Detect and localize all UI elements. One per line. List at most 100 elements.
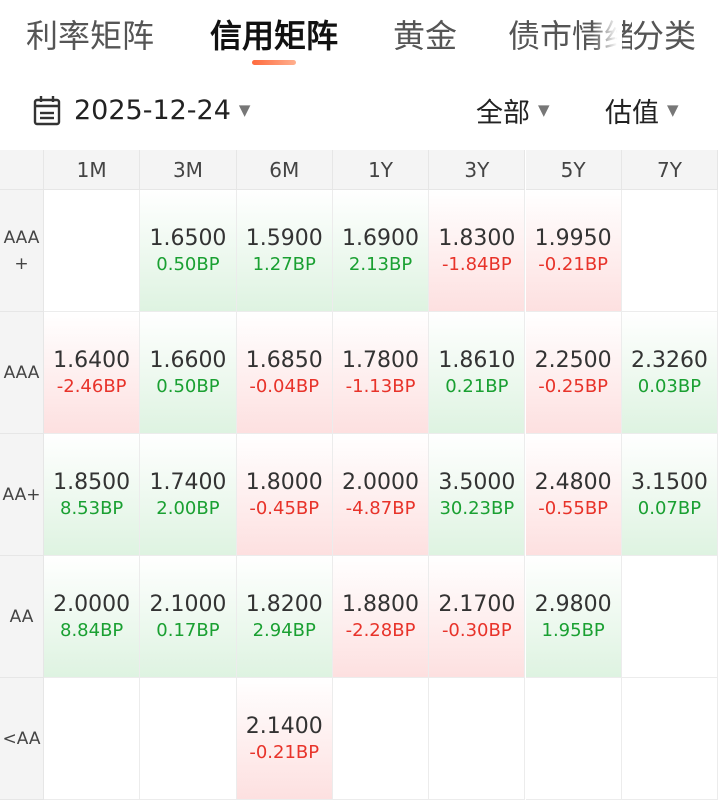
- bp-change: -0.21BP: [249, 741, 320, 763]
- row-header: AAA: [0, 312, 44, 434]
- bp-change: 0.07BP: [637, 497, 702, 519]
- yield-value: 2.2500: [534, 347, 612, 373]
- tab-gold[interactable]: 黄金: [393, 14, 457, 58]
- bp-change: -0.21BP: [538, 253, 609, 275]
- matrix-cell[interactable]: 1.8800 -2.28BP: [332, 556, 430, 678]
- matrix-cell[interactable]: 1.8200 2.94BP: [236, 556, 333, 678]
- yield-value: 2.0000: [53, 591, 131, 617]
- tab-credit-matrix[interactable]: 信用矩阵: [210, 14, 338, 58]
- bp-change: 2.00BP: [156, 497, 220, 519]
- matrix-cell[interactable]: 2.3260 0.03BP: [621, 312, 719, 434]
- matrix-cell[interactable]: 1.7800 -1.13BP: [332, 312, 430, 434]
- matrix-cell[interactable]: 2.4800 -0.55BP: [525, 434, 622, 556]
- tab-rate-matrix[interactable]: 利率矩阵: [26, 14, 154, 58]
- matrix-cell[interactable]: 2.0000 -4.87BP: [332, 434, 430, 556]
- chevron-down-icon: ▼: [538, 101, 550, 119]
- bp-change: -0.25BP: [538, 375, 609, 397]
- column-header-6m: 6M: [236, 150, 333, 190]
- rating-filter-label: 全部: [476, 97, 530, 129]
- yield-value: 1.9950: [534, 225, 612, 251]
- matrix-cell[interactable]: 1.6900 2.13BP: [332, 190, 430, 312]
- row-header-label: AA+: [2, 484, 41, 505]
- calendar-icon: [33, 96, 61, 126]
- yield-value: 1.7800: [342, 347, 420, 373]
- yield-value: 1.7400: [149, 469, 227, 495]
- matrix-cell[interactable]: 2.0000 8.84BP: [44, 556, 141, 678]
- matrix-cell[interactable]: 2.1400 -0.21BP: [236, 678, 333, 800]
- row-header-label: AAA +: [3, 227, 40, 274]
- yield-value: 1.8200: [245, 591, 323, 617]
- matrix-cell[interactable]: 2.2500 -0.25BP: [525, 312, 622, 434]
- matrix-cell[interactable]: 3.1500 0.07BP: [621, 434, 719, 556]
- row-header-label: AAA: [3, 362, 40, 383]
- column-header-3y: 3Y: [429, 150, 526, 190]
- matrix-cell[interactable]: 1.9950 -0.21BP: [525, 190, 622, 312]
- tab-category[interactable]: 分类: [632, 14, 697, 58]
- yield-value: 1.6500: [149, 225, 227, 251]
- matrix-cell: [429, 678, 526, 800]
- bp-change: -0.55BP: [538, 497, 609, 519]
- matrix-cell[interactable]: 2.1700 -0.30BP: [429, 556, 526, 678]
- matrix-cell[interactable]: 1.7400 2.00BP: [140, 434, 237, 556]
- matrix-cell[interactable]: 1.8300 -1.84BP: [429, 190, 526, 312]
- bp-change: 0.50BP: [156, 375, 220, 397]
- matrix-cell: [621, 556, 719, 678]
- bp-change: 0.03BP: [637, 375, 702, 397]
- bp-change: 1.95BP: [541, 619, 605, 641]
- yield-value: 1.6600: [149, 347, 227, 373]
- yield-value: 2.1700: [438, 591, 516, 617]
- metric-dropdown[interactable]: 估值 ▼: [605, 84, 679, 136]
- bp-change: -0.30BP: [441, 619, 512, 641]
- matrix-cell[interactable]: 2.9800 1.95BP: [525, 556, 622, 678]
- tab-fade: [592, 14, 622, 58]
- date-picker[interactable]: 2025-12-24 ▼: [32, 84, 250, 136]
- matrix-cell[interactable]: 3.5000 30.23BP: [429, 434, 526, 556]
- chevron-down-icon: ▼: [667, 101, 679, 119]
- metric-label: 估值: [605, 97, 659, 129]
- bp-change: 0.17BP: [156, 619, 220, 641]
- yield-value: 3.5000: [438, 469, 516, 495]
- bp-change: 1.27BP: [252, 253, 316, 275]
- bp-change: 0.50BP: [156, 253, 220, 275]
- matrix-cell: [621, 190, 719, 312]
- toolbar: 2025-12-24 ▼ 全部 ▼ 估值 ▼: [0, 84, 720, 136]
- matrix-cell: [44, 190, 141, 312]
- matrix-cell[interactable]: 1.5900 1.27BP: [236, 190, 333, 312]
- matrix-cell[interactable]: 1.8500 8.53BP: [44, 434, 141, 556]
- yield-value: 1.6400: [53, 347, 131, 373]
- bp-change: 2.94BP: [252, 619, 316, 641]
- yield-value: 1.8300: [438, 225, 516, 251]
- rating-filter-dropdown[interactable]: 全部 ▼: [476, 84, 550, 136]
- yield-value: 1.6900: [342, 225, 420, 251]
- matrix-cell: [140, 678, 237, 800]
- yield-value: 2.0000: [342, 469, 420, 495]
- matrix-cell[interactable]: 1.8610 0.21BP: [429, 312, 526, 434]
- yield-value: 2.1000: [149, 591, 227, 617]
- bp-change: 30.23BP: [439, 497, 515, 519]
- bp-change: -0.45BP: [249, 497, 320, 519]
- bp-change: 8.84BP: [60, 619, 124, 641]
- yield-value: 1.8000: [245, 469, 323, 495]
- matrix-cell[interactable]: 1.6500 0.50BP: [140, 190, 237, 312]
- matrix-cell[interactable]: 1.8000 -0.45BP: [236, 434, 333, 556]
- date-value: 2025-12-24: [74, 94, 231, 126]
- matrix-cell[interactable]: 1.6600 0.50BP: [140, 312, 237, 434]
- chevron-down-icon: ▼: [238, 101, 251, 119]
- row-header-label: <AA: [2, 728, 41, 749]
- row-header: <AA: [0, 678, 44, 800]
- bp-change: -2.46BP: [56, 375, 127, 397]
- yield-value: 1.8610: [438, 347, 516, 373]
- matrix-cell[interactable]: 1.6850 -0.04BP: [236, 312, 333, 434]
- matrix-cell: [44, 678, 141, 800]
- row-header: AAA +: [0, 190, 44, 312]
- matrix-cell[interactable]: 2.1000 0.17BP: [140, 556, 237, 678]
- yield-value: 2.9800: [534, 591, 612, 617]
- matrix-cell: [332, 678, 430, 800]
- tab-bar: 利率矩阵 信用矩阵 黄金 债市情绪 分类: [0, 0, 720, 70]
- bp-change: -0.04BP: [249, 375, 320, 397]
- matrix-cell: [525, 678, 622, 800]
- grid-corner: [0, 150, 44, 190]
- bp-change: 2.13BP: [348, 253, 413, 275]
- bp-change: -4.87BP: [345, 497, 416, 519]
- matrix-cell[interactable]: 1.6400 -2.46BP: [44, 312, 141, 434]
